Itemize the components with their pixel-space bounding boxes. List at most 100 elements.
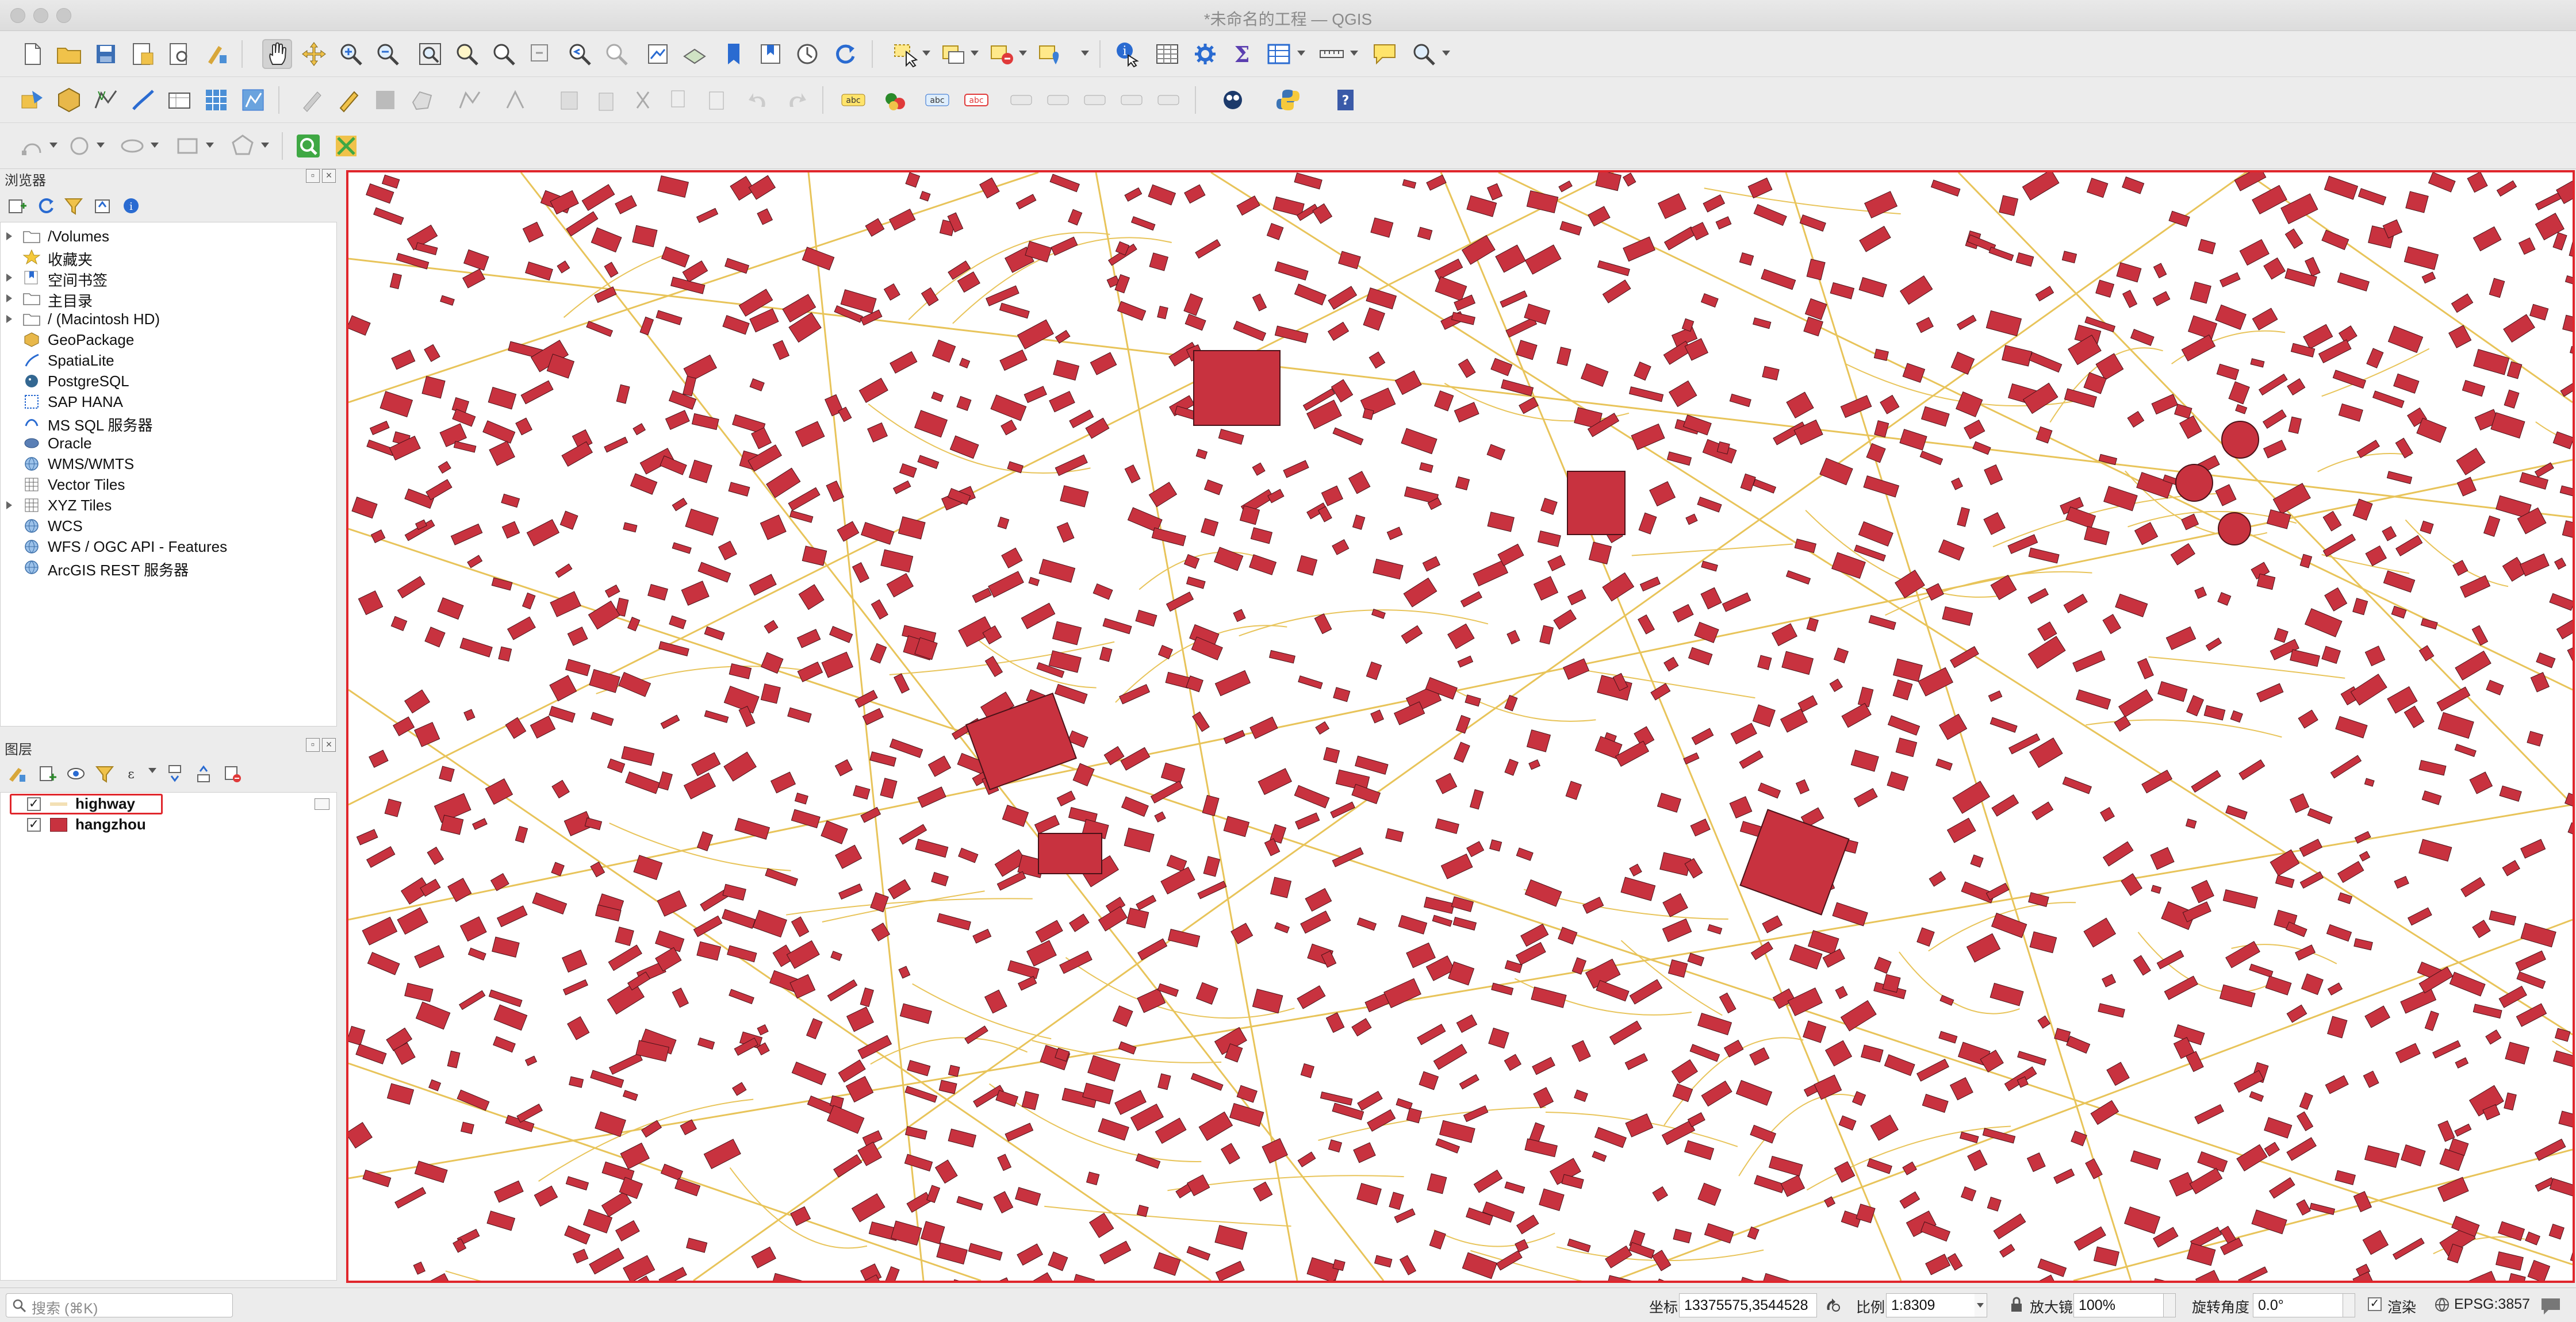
show-hide-labels-icon[interactable] — [1043, 85, 1073, 115]
crs-globe-icon[interactable] — [2433, 1296, 2451, 1313]
lock-scale-icon[interactable] — [2008, 1295, 2025, 1315]
zoom-last-icon[interactable] — [565, 39, 595, 69]
open-project-icon[interactable] — [54, 39, 84, 69]
close-panel-icon[interactable]: × — [322, 738, 336, 752]
scale-field[interactable]: 1:8309 — [1886, 1293, 1987, 1317]
add-ellipse-icon[interactable] — [117, 131, 147, 161]
style-manager-icon[interactable] — [201, 39, 231, 69]
pan-to-selection-icon[interactable] — [299, 39, 329, 69]
browser-item[interactable]: 收藏夹 — [1, 247, 336, 268]
remove-layer-icon[interactable] — [221, 762, 244, 785]
browser-item[interactable]: PostgreSQL — [1, 371, 336, 391]
new-print-layout-icon[interactable] — [128, 39, 158, 69]
browser-item[interactable]: WMS/WMTS — [1, 454, 336, 474]
highlight-pinned-labels-icon[interactable]: abc — [922, 85, 952, 115]
crs-button[interactable]: EPSG:3857 — [2454, 1296, 2530, 1313]
layer-visibility-checkbox[interactable]: ✓ — [27, 818, 41, 832]
browser-item[interactable]: GeoPackage — [1, 329, 336, 350]
statistical-summary-icon[interactable]: Σ — [1227, 39, 1257, 69]
new-shapefile-layer-icon[interactable]: V — [91, 85, 121, 115]
expand-arrow-icon[interactable] — [6, 501, 12, 509]
expand-arrow-icon[interactable] — [6, 232, 12, 240]
browser-item[interactable]: Vector Tiles — [1, 474, 336, 495]
open-layer-styling-icon[interactable] — [6, 762, 29, 785]
zoom-to-selection-icon[interactable] — [452, 39, 482, 69]
modify-attributes-icon[interactable] — [501, 85, 531, 115]
close-panel-icon[interactable]: × — [322, 169, 336, 183]
browser-item[interactable]: /Volumes — [1, 226, 336, 247]
coordinate-field[interactable]: 13375575,3544528 — [1679, 1293, 1817, 1317]
save-layer-edits-icon[interactable] — [370, 85, 400, 115]
show-layout-manager-icon[interactable] — [164, 39, 194, 69]
new-spatialite-layer-icon[interactable] — [128, 85, 158, 115]
filter-legend-icon[interactable] — [93, 762, 116, 785]
new-virtual-layer-icon[interactable] — [164, 85, 194, 115]
move-label-icon[interactable] — [1080, 85, 1110, 115]
python-console-icon[interactable] — [1273, 85, 1303, 115]
open-attribute-table-icon[interactable] — [1152, 39, 1182, 69]
float-panel-icon[interactable]: ▫ — [306, 169, 320, 183]
help-icon[interactable]: ? — [1331, 85, 1360, 115]
toggle-editing-icon[interactable] — [334, 85, 363, 115]
filter-browser-icon[interactable] — [62, 194, 85, 217]
filter-by-expression-icon[interactable]: ε — [122, 762, 145, 785]
refresh-browser-icon[interactable] — [34, 194, 57, 217]
browser-item[interactable]: SAP HANA — [1, 391, 336, 412]
layer-indicator-icon[interactable] — [315, 798, 329, 810]
collapse-all-icon[interactable] — [91, 194, 114, 217]
current-edits-icon[interactable] — [297, 85, 327, 115]
rotation-stepper[interactable] — [2343, 1293, 2355, 1317]
deselect-features-icon[interactable] — [987, 39, 1017, 69]
add-group-icon[interactable] — [36, 762, 59, 785]
browser-item[interactable]: Oracle — [1, 433, 336, 454]
map-tips-icon[interactable] — [1370, 39, 1400, 69]
expand-arrow-icon[interactable] — [6, 294, 12, 302]
browser-item[interactable]: SpatiaLite — [1, 350, 336, 371]
toggle-display-labels-icon[interactable]: abc — [961, 85, 991, 115]
new-3d-map-view-icon[interactable] — [680, 39, 710, 69]
temporal-controller-icon[interactable] — [792, 39, 822, 69]
new-geopackage-layer-icon[interactable] — [54, 85, 84, 115]
browser-item[interactable]: ArcGIS REST 服务器 — [1, 557, 336, 579]
select-location-icon[interactable] — [1035, 39, 1065, 69]
layer-row-hangzhou[interactable]: ✓ hangzhou — [1, 814, 336, 835]
change-label-icon[interactable] — [1153, 85, 1183, 115]
browser-item[interactable]: 主目录 — [1, 288, 336, 310]
delete-selected-icon[interactable] — [554, 85, 584, 115]
select-features-icon[interactable] — [890, 39, 920, 69]
expand-arrow-icon[interactable] — [6, 315, 12, 323]
redo-icon[interactable] — [781, 85, 811, 115]
zoom-to-layer-icon[interactable] — [489, 39, 519, 69]
float-panel-icon[interactable]: ▫ — [306, 738, 320, 752]
grass-plugin-icon[interactable] — [1218, 85, 1248, 115]
browser-item[interactable]: XYZ Tiles — [1, 495, 336, 516]
add-vector-layer-icon[interactable] — [238, 85, 268, 115]
manage-map-themes-icon[interactable] — [64, 762, 87, 785]
processing-toolbox-icon[interactable] — [1190, 39, 1220, 69]
magnifier-stepper[interactable] — [2163, 1293, 2176, 1317]
add-regular-polygon-icon[interactable] — [228, 131, 258, 161]
copy-features-icon[interactable] — [665, 85, 695, 115]
expand-all-icon[interactable] — [163, 762, 186, 785]
locator-search-input[interactable]: 搜索 (⌘K) — [6, 1293, 233, 1317]
new-map-view-icon[interactable] — [643, 39, 673, 69]
refresh-icon[interactable] — [830, 39, 860, 69]
search-plugin-icon[interactable] — [293, 131, 323, 161]
layer-labeling-icon[interactable]: abc — [838, 85, 868, 115]
locator-filter-icon[interactable] — [1409, 39, 1439, 69]
browser-item[interactable]: WCS — [1, 516, 336, 536]
add-raster-layer-icon[interactable] — [201, 85, 231, 115]
layer-row-highway[interactable]: ✓ highway — [1, 794, 336, 814]
zoom-full-icon[interactable] — [415, 39, 445, 69]
browser-item[interactable]: 空间书签 — [1, 267, 336, 289]
layer-visibility-checkbox[interactable]: ✓ — [27, 797, 41, 811]
add-polygon-feature-icon[interactable] — [407, 85, 437, 115]
identify-features-icon[interactable]: i — [1112, 39, 1142, 69]
rotation-field[interactable]: 0.0° — [2253, 1293, 2349, 1317]
zoom-next-icon[interactable] — [601, 39, 631, 69]
scale-dropdown-icon[interactable] — [1975, 1293, 1987, 1317]
render-checkbox[interactable]: ✓ — [2368, 1297, 2382, 1311]
new-bookmark-icon[interactable] — [719, 39, 749, 69]
zoom-in-icon[interactable] — [336, 39, 366, 69]
browser-item[interactable]: WFS / OGC API - Features — [1, 536, 336, 557]
